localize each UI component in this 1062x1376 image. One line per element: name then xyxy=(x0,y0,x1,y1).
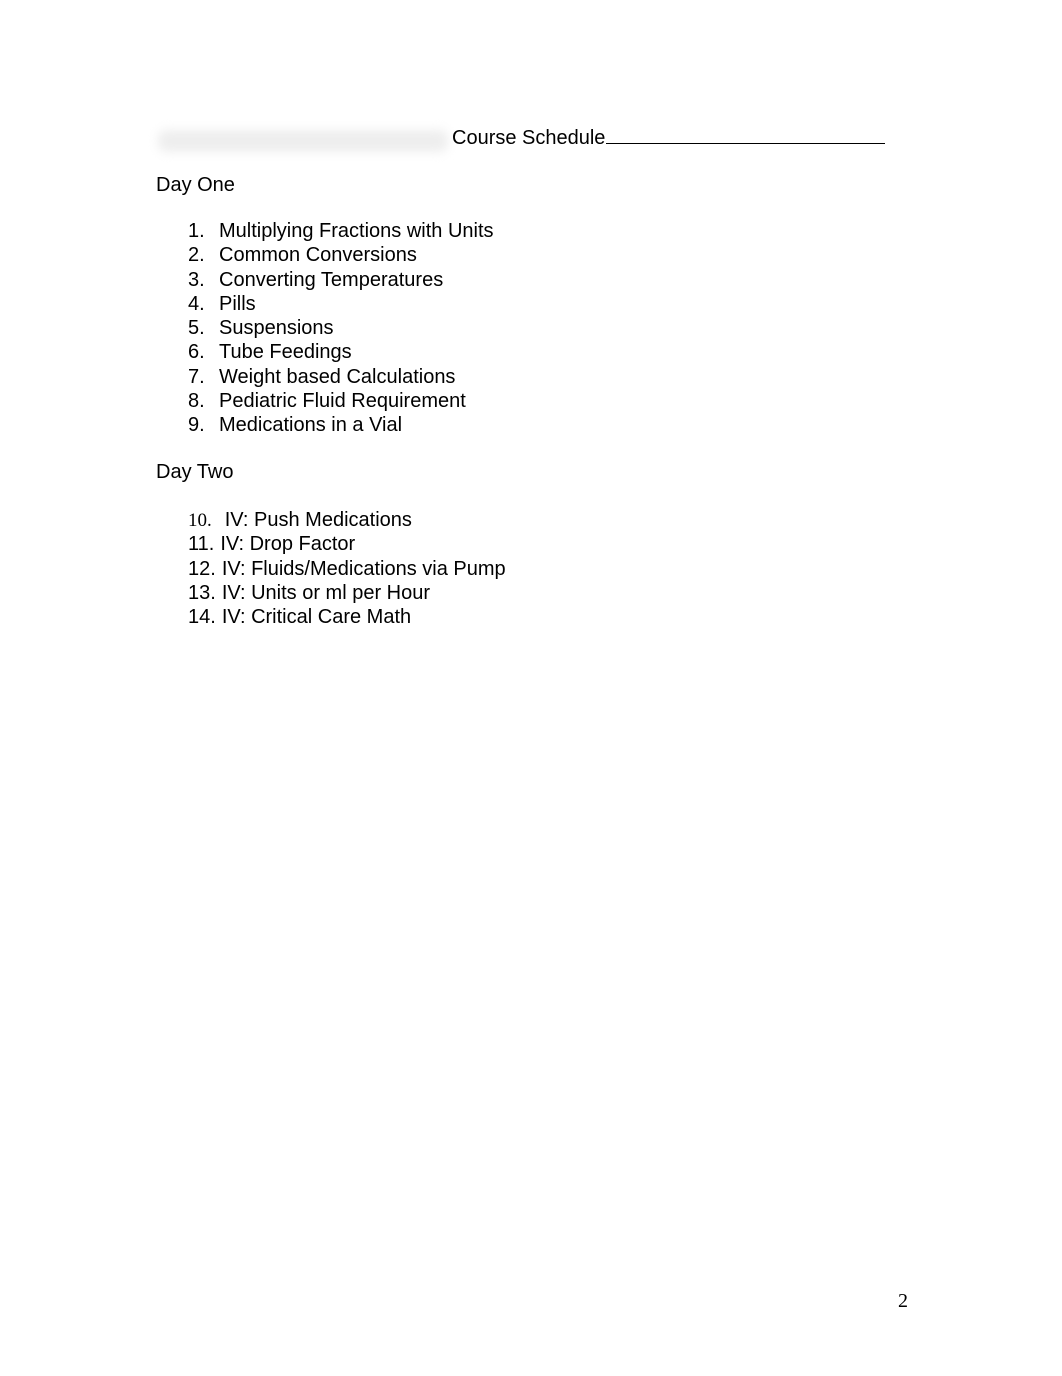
item-number: 9. xyxy=(188,414,205,437)
page-title: Course Schedule xyxy=(452,125,886,150)
day-two-list: 10. IV: Push Medications 11. IV: Drop Fact… xyxy=(188,508,506,629)
item-text: Converting Temperatures xyxy=(219,268,444,291)
list-item: 14. IV: Critical Care Math xyxy=(188,605,506,629)
item-text: Common Conversions xyxy=(219,244,417,267)
item-text: IV: Push Medications xyxy=(224,509,412,531)
list-item: 13. IV: Units or ml per Hour xyxy=(188,581,506,605)
item-number: 12. xyxy=(188,557,216,580)
item-text: Pediatric Fluid Requirement xyxy=(219,390,466,413)
list-item: 3. Converting Temperatures xyxy=(188,268,494,292)
item-number: 10. xyxy=(188,510,212,531)
item-number: 14. xyxy=(188,606,216,629)
item-number: 13. xyxy=(188,581,216,604)
item-text: IV: Drop Factor xyxy=(220,533,356,556)
section-heading-day-two: Day Two xyxy=(154,460,244,486)
item-number: 6. xyxy=(188,341,205,364)
item-text: IV: Fluids/Medications via Pump xyxy=(221,557,506,580)
list-item: 5. Suspensions xyxy=(188,316,494,340)
section-heading-text: Day Two xyxy=(156,461,234,483)
item-text: Weight based Calculations xyxy=(219,365,456,388)
item-text: Medications in a Vial xyxy=(219,414,403,437)
item-text: Pills xyxy=(219,292,256,315)
item-number: 7. xyxy=(188,365,205,388)
list-item: 2. Common Conversions xyxy=(188,243,494,267)
title-underline-blank xyxy=(606,125,886,144)
item-text: IV: Critical Care Math xyxy=(221,606,412,629)
item-text: Tube Feedings xyxy=(219,341,352,364)
section-heading-text: Day One xyxy=(156,174,235,196)
item-number: 8. xyxy=(188,390,205,413)
item-number: 1. xyxy=(188,220,205,242)
item-text: Suspensions xyxy=(219,317,334,340)
item-number: 11. xyxy=(188,533,215,556)
list-item: 8. Pediatric Fluid Requirement xyxy=(188,389,494,413)
title-text: Course Schedule xyxy=(452,127,606,149)
item-number: 5. xyxy=(188,317,205,340)
day-one-list: 1. Multiplying Fractions with Units 2. Com… xyxy=(188,219,494,438)
item-text: IV: Units or ml per Hour xyxy=(221,581,431,604)
item-number: 3. xyxy=(188,268,205,291)
list-item: 7. Weight based Calculations xyxy=(188,365,494,389)
page-number: 2 xyxy=(898,1290,908,1312)
section-heading-day-one: Day One xyxy=(154,173,244,199)
item-number: 2. xyxy=(188,244,205,267)
title-blank-shadow xyxy=(158,130,448,152)
item-number: 4. xyxy=(188,292,205,315)
list-item: 4. Pills xyxy=(188,292,494,316)
list-item: 10. IV: Push Medications xyxy=(188,508,506,532)
item-text: Multiplying Fractions with Units xyxy=(219,220,494,242)
list-item: 6. Tube Feedings xyxy=(188,340,494,364)
list-item: 11. IV: Drop Factor xyxy=(188,532,506,556)
list-item: 12. IV: Fluids/Medications via Pump xyxy=(188,557,506,581)
list-item: 1. Multiplying Fractions with Units xyxy=(188,219,494,243)
list-item: 9. Medications in a Vial xyxy=(188,413,494,437)
